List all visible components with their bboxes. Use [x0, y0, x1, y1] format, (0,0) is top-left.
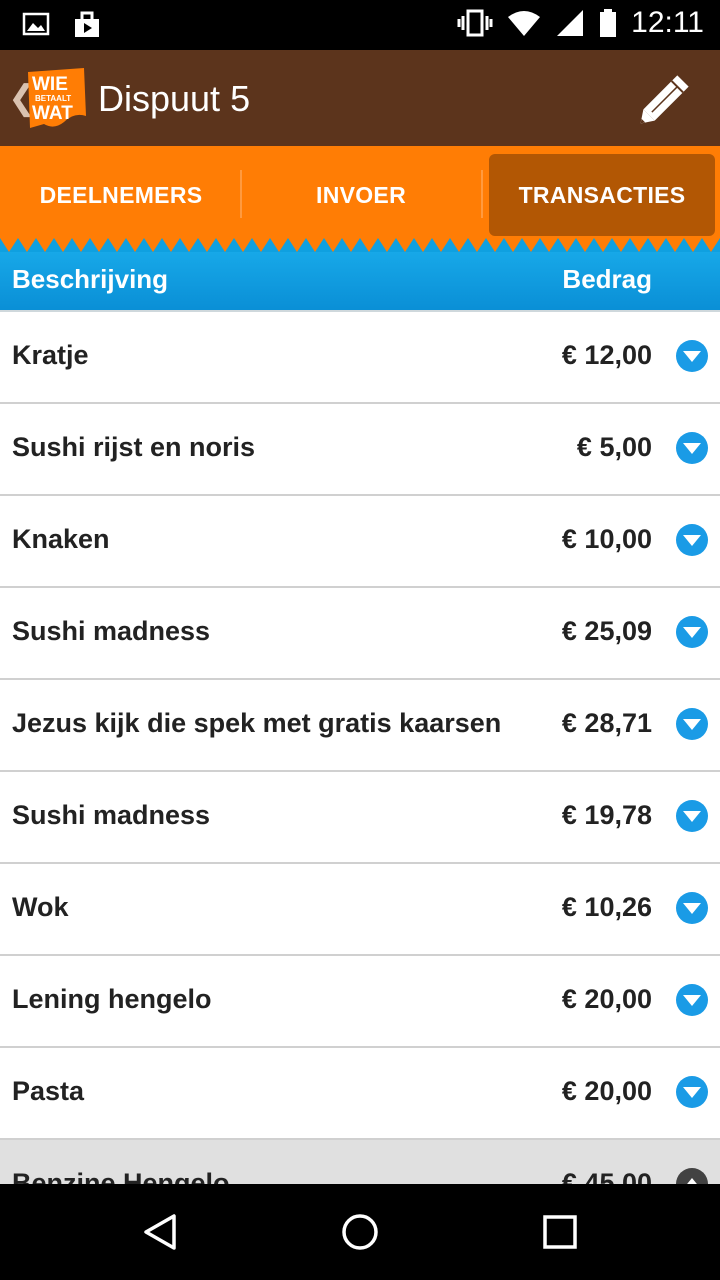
- row-amount: € 20,00: [561, 1076, 652, 1106]
- row-description: Wok: [12, 892, 69, 922]
- row-amount: € 20,00: [561, 984, 652, 1014]
- row-amount: € 45,00: [561, 1168, 652, 1184]
- battery-icon: [600, 9, 617, 37]
- row-description: Benzine Hengelo: [12, 1168, 230, 1184]
- expand-down-icon[interactable]: [676, 616, 708, 648]
- image-icon: [22, 12, 50, 36]
- signal-icon: [557, 10, 584, 36]
- logo-text-betaalt: BETAALT: [35, 94, 71, 103]
- expand-down-icon[interactable]: [676, 984, 708, 1016]
- row-amount: € 10,00: [561, 524, 652, 554]
- row-description: Sushi madness: [12, 800, 211, 830]
- row-amount: € 19,78: [561, 800, 652, 830]
- row-description: Sushi rijst en noris: [12, 432, 256, 462]
- row-amount: € 28,71: [561, 708, 652, 738]
- app-logo[interactable]: WIE BETAALT WAT: [24, 66, 90, 132]
- recents-square-icon[interactable]: [540, 1212, 580, 1252]
- row-description: Pasta: [12, 1076, 85, 1106]
- app-bar: ❮ WIE BETAALT WAT Dispuut 5: [0, 50, 720, 146]
- back-triangle-icon[interactable]: [140, 1212, 180, 1252]
- table-row[interactable]: Sushi rijst en noris € 5,00: [0, 404, 720, 496]
- table-row[interactable]: Lening hengelo € 20,00: [0, 956, 720, 1048]
- tab-bar: DEELNEMERS INVOER TRANSACTIES: [0, 146, 720, 242]
- expand-down-icon[interactable]: [676, 524, 708, 556]
- row-description: Lening hengelo: [12, 984, 212, 1014]
- row-description: Kratje: [12, 340, 89, 370]
- row-amount: € 10,26: [561, 892, 652, 922]
- header-description: Beschrijving: [12, 264, 169, 294]
- pencil-icon[interactable]: [636, 68, 696, 128]
- table-row[interactable]: Sushi madness € 19,78: [0, 772, 720, 864]
- table-row[interactable]: Jezus kijk die spek met gratis kaarsen €…: [0, 680, 720, 772]
- collapse-up-icon[interactable]: [676, 1168, 708, 1184]
- wifi-icon: [508, 11, 541, 36]
- expand-down-icon[interactable]: [676, 340, 708, 372]
- row-description: Knaken: [12, 524, 110, 554]
- status-bar: 12:11: [0, 0, 720, 50]
- bag-icon: [75, 11, 99, 37]
- vibrate-icon: [457, 9, 493, 37]
- table-header: Beschrijving Bedrag: [0, 252, 720, 310]
- tab-transacties[interactable]: TRANSACTIES: [489, 154, 715, 236]
- row-amount: € 5,00: [576, 432, 652, 462]
- header-amount: Bedrag: [562, 264, 652, 294]
- expand-down-icon[interactable]: [676, 432, 708, 464]
- table-row[interactable]: Pasta € 20,00: [0, 1048, 720, 1140]
- expand-down-icon[interactable]: [676, 1076, 708, 1108]
- table-row[interactable]: Sushi madness € 25,09: [0, 588, 720, 680]
- home-circle-icon[interactable]: [340, 1212, 380, 1252]
- tab-divider: [481, 170, 483, 218]
- tab-divider: [240, 170, 242, 218]
- logo-text-wat: WAT: [32, 103, 73, 124]
- row-amount: € 12,00: [561, 340, 652, 370]
- table-row[interactable]: Knaken € 10,00: [0, 496, 720, 588]
- nav-bar: [0, 1184, 720, 1280]
- tab-deelnemers[interactable]: DEELNEMERS: [8, 154, 234, 236]
- expand-down-icon[interactable]: [676, 800, 708, 832]
- table-row[interactable]: Kratje € 12,00: [0, 312, 720, 404]
- page-title: Dispuut 5: [98, 78, 251, 119]
- table-row[interactable]: Benzine Hengelo € 45,00: [0, 1140, 720, 1184]
- status-time: 12:11: [631, 6, 704, 39]
- transaction-list[interactable]: Kratje € 12,00 Sushi rijst en noris € 5,…: [0, 310, 720, 1184]
- row-description: Sushi madness: [12, 616, 211, 646]
- expand-down-icon[interactable]: [676, 892, 708, 924]
- expand-down-icon[interactable]: [676, 708, 708, 740]
- row-amount: € 25,09: [561, 616, 652, 646]
- logo-text-wie: WIE: [32, 74, 68, 95]
- table-row[interactable]: Wok € 10,26: [0, 864, 720, 956]
- row-description: Jezus kijk die spek met gratis kaarsen: [12, 708, 502, 738]
- tab-invoer[interactable]: INVOER: [248, 154, 474, 236]
